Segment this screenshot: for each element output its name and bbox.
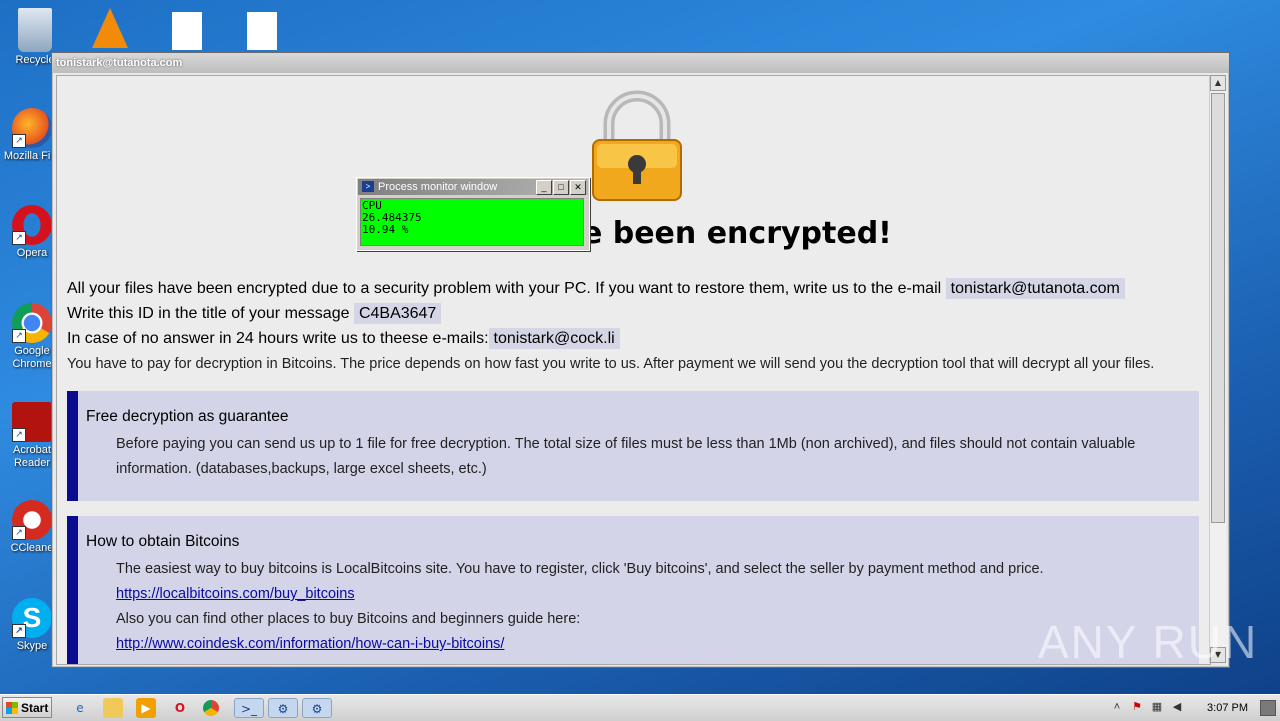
- action-center-flag-icon[interactable]: ⚑: [1130, 700, 1144, 714]
- taskbar: Start e ▶ O >_ ⚙ ⚙ ˄ ⚑ ▦ ◀ 3:07 PM: [0, 694, 1280, 721]
- cpu-percent: 10.94 %: [362, 223, 409, 236]
- window-title[interactable]: tonistark@tutanota.com: [52, 53, 1229, 73]
- recycle-bin-icon: [18, 8, 52, 52]
- obtain-bitcoins-box: How to obtain Bitcoins The easiest way t…: [67, 516, 1199, 664]
- clock[interactable]: 3:07 PM: [1207, 702, 1248, 714]
- show-hidden-icons-icon[interactable]: ˄: [1110, 700, 1124, 714]
- maximize-button[interactable]: □: [553, 180, 569, 195]
- opera-taskbar-icon[interactable]: O: [170, 698, 190, 718]
- app-taskbar-button-1[interactable]: ⚙: [268, 698, 298, 718]
- obtain-bitcoins-p1: The easiest way to buy bitcoins is Local…: [116, 561, 1044, 577]
- scroll-thumb[interactable]: [1211, 93, 1225, 523]
- message-line-4: You have to pay for decryption in Bitcoi…: [67, 356, 1155, 372]
- shortcut-arrow-icon: ↗: [12, 329, 26, 343]
- desktop-icon-label: Acrobat Reader: [13, 444, 51, 469]
- media-player-icon[interactable]: ▶: [136, 698, 156, 718]
- free-decryption-box: Free decryption as guarantee Before payi…: [67, 391, 1199, 501]
- vlc-cone-icon: [92, 8, 128, 48]
- windows-logo-icon: [6, 702, 18, 714]
- network-icon[interactable]: ▦: [1150, 700, 1164, 714]
- ransom-window[interactable]: tonistark@tutanota.com ave been encrypte…: [51, 52, 1230, 668]
- file-icon: [247, 12, 277, 50]
- system-tray: ˄ ⚑ ▦ ◀ 3:07 PM: [1110, 695, 1280, 721]
- contact-email-secondary[interactable]: tonistark@cock.li: [488, 328, 620, 349]
- localbitcoins-link[interactable]: https://localbitcoins.com/buy_bitcoins: [116, 586, 355, 602]
- window-content: ave been encrypted! All your files have …: [56, 75, 1211, 665]
- coindesk-link[interactable]: http://www.coindesk.com/information/how-…: [116, 636, 504, 652]
- scroll-up-button[interactable]: ▲: [1210, 75, 1226, 91]
- desktop-icon-file-2[interactable]: [227, 12, 297, 52]
- start-button[interactable]: Start: [2, 697, 52, 718]
- shortcut-arrow-icon: ↗: [12, 134, 26, 148]
- file-icon: [172, 12, 202, 50]
- internet-explorer-icon[interactable]: e: [70, 698, 90, 718]
- vertical-scrollbar[interactable]: ▲ ▼: [1209, 75, 1226, 663]
- powershell-icon: >: [362, 181, 374, 192]
- skype-icon: S ↗: [12, 598, 52, 638]
- volume-icon[interactable]: ◀: [1170, 700, 1184, 714]
- message-line-2-text: Write this ID in the title of your messa…: [67, 305, 350, 322]
- free-decryption-title: Free decryption as guarantee: [86, 408, 289, 425]
- acrobat-icon: ↗: [12, 402, 52, 442]
- process-monitor-output: CPU 26.484375 10.94 %: [360, 198, 584, 246]
- process-monitor-window[interactable]: > Process monitor window _ □ ✕ CPU 26.48…: [356, 177, 590, 251]
- file-explorer-icon[interactable]: [103, 698, 123, 718]
- desktop-icon-file-1[interactable]: [152, 12, 222, 52]
- firefox-icon: ↗: [12, 108, 52, 148]
- start-label: Start: [21, 701, 49, 715]
- anyrun-watermark: ANY RUN: [1038, 616, 1259, 668]
- chrome-taskbar-icon[interactable]: [203, 700, 219, 716]
- contact-email-primary[interactable]: tonistark@tutanota.com: [945, 278, 1125, 299]
- obtain-bitcoins-title: How to obtain Bitcoins: [86, 533, 240, 550]
- message-line-2: Write this ID in the title of your messa…: [67, 303, 442, 324]
- padlock-icon: [592, 90, 682, 201]
- victim-id[interactable]: C4BA3647: [353, 303, 442, 324]
- shortcut-arrow-icon: ↗: [12, 231, 26, 245]
- ccleaner-icon: ↗: [12, 500, 52, 540]
- powershell-taskbar-button[interactable]: >_: [234, 698, 264, 718]
- message-line-1: All your files have been encrypted due t…: [67, 278, 1125, 299]
- opera-icon: ↗: [12, 205, 52, 245]
- app-taskbar-button-2[interactable]: ⚙: [302, 698, 332, 718]
- process-monitor-titlebar[interactable]: > Process monitor window _ □ ✕: [358, 179, 588, 195]
- shortcut-arrow-icon: ↗: [12, 428, 26, 442]
- message-line-3-text: In case of no answer in 24 hours write u…: [67, 330, 489, 347]
- close-button[interactable]: ✕: [570, 180, 586, 195]
- message-line-1-text: All your files have been encrypted due t…: [67, 280, 942, 297]
- shortcut-arrow-icon: ↗: [12, 624, 26, 638]
- message-line-3: In case of no answer in 24 hours write u…: [67, 328, 620, 349]
- obtain-bitcoins-p2: Also you can find other places to buy Bi…: [116, 611, 581, 627]
- desktop-icon-vlc[interactable]: [75, 8, 145, 50]
- minimize-button[interactable]: _: [536, 180, 552, 195]
- shortcut-arrow-icon: ↗: [12, 526, 26, 540]
- free-decryption-body: Before paying you can send us up to 1 fi…: [116, 436, 1136, 477]
- process-monitor-title: Process monitor window: [378, 181, 498, 193]
- headline: ave been encrypted!: [57, 216, 1207, 251]
- desktop-icon-label: Google Chrome: [12, 345, 52, 370]
- show-desktop-button[interactable]: [1260, 700, 1276, 716]
- chrome-icon: ↗: [12, 303, 52, 343]
- headline-text: ave been encrypted!: [542, 216, 892, 251]
